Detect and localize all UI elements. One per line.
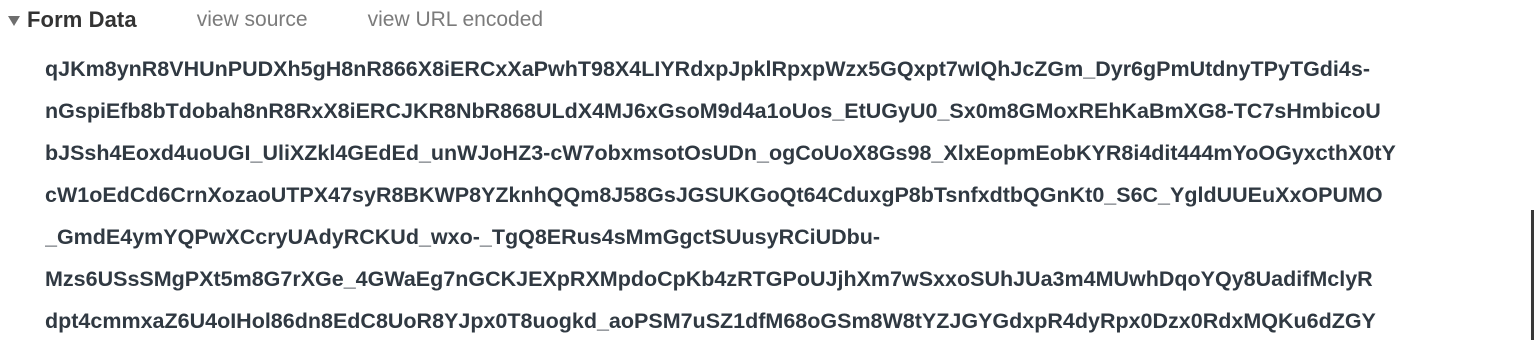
disclosure-triangle-icon[interactable] <box>8 16 20 26</box>
payload-line: bJSsh4Eoxd4uoUGI_UliXZkl4GEdEd_unWJoHZ3-… <box>45 141 1396 165</box>
payload-line: dpt4cmmxaZ6U4oIHol86dn8EdC8UoR8YJpx0T8uo… <box>45 309 1376 333</box>
form-data-toggle[interactable]: Form Data <box>8 7 137 33</box>
view-source-link[interactable]: view source <box>197 8 308 32</box>
view-url-encoded-link[interactable]: view URL encoded <box>368 8 544 32</box>
form-data-payload: qJKm8ynR8VHUnPUDXh5gH8nR866X8iERCxXaPwhT… <box>45 48 1534 342</box>
payload-line: Mzs6USsSMgPXt5m8G7rXGe_4GWaEg7nGCKJEXpRX… <box>45 267 1373 291</box>
payload-line: _GmdE4ymYQPwXCcryUAdyRCKUd_wxo-_TgQ8ERus… <box>45 225 881 249</box>
form-data-header: Form Data view source view URL encoded <box>0 0 1534 40</box>
payload-line: nGspiEfb8bTdobah8nR8RxX8iERCJKR8NbR868UL… <box>45 99 1381 123</box>
form-data-title: Form Data <box>27 7 137 32</box>
payload-line: qJKm8ynR8VHUnPUDXh5gH8nR866X8iERCxXaPwhT… <box>45 57 1370 81</box>
payload-line: cW1oEdCd6CrnXozaoUTPX47syR8BKWP8YZknhQQm… <box>45 183 1383 207</box>
